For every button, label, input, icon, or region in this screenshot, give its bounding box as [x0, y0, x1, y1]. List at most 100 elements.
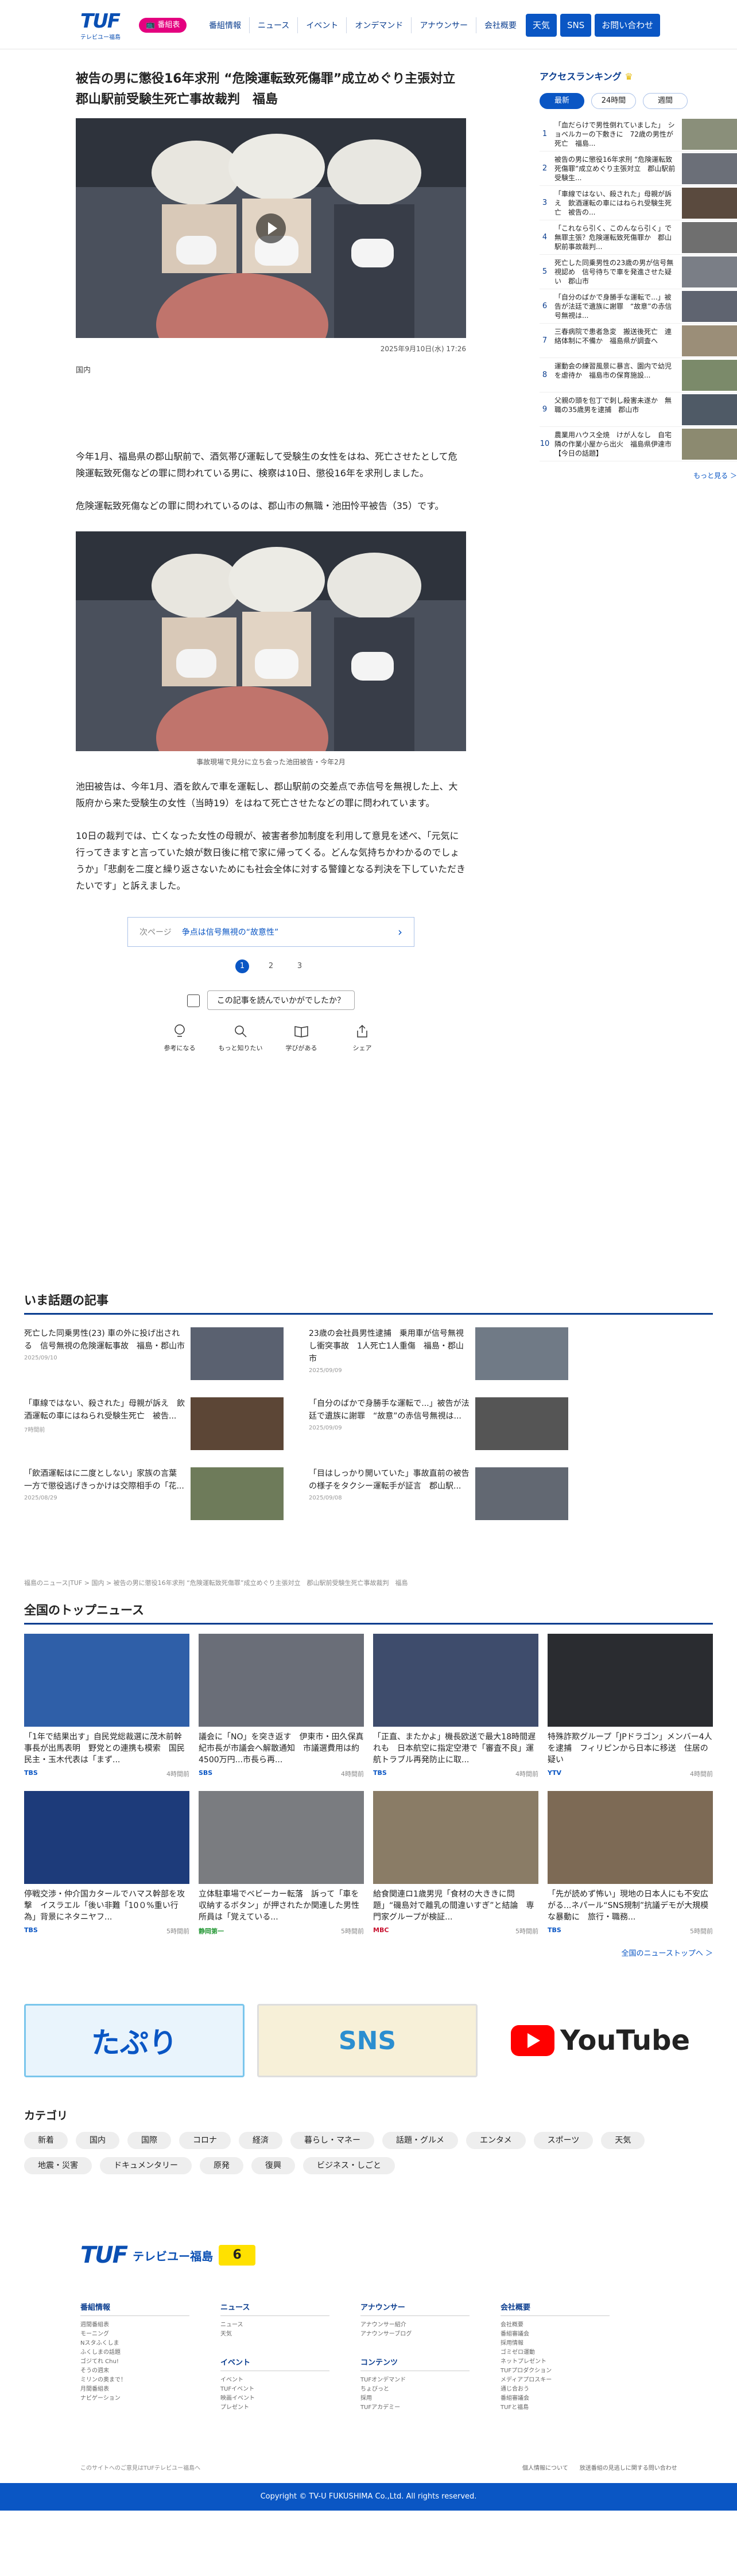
nav-programs[interactable]: 番組情報 — [201, 17, 249, 33]
news-card[interactable]: 「先が読めず怖い」現地の日本人にも不安広がる...ネパール“SNS規制”抗議デモ… — [548, 1791, 713, 1936]
category-pill[interactable]: 原発 — [200, 2157, 243, 2174]
breadcrumb[interactable]: 福島のニュース|TUF > 国内 > 被告の男に懲役16年求刑 “危険運転致死傷… — [24, 1578, 408, 1587]
category-pill[interactable]: 復興 — [251, 2157, 295, 2174]
news-image — [24, 1791, 189, 1884]
magnifier-icon — [235, 1025, 247, 1038]
ranking-item[interactable]: 2 被告の男に懲役16年求刑 “危険運転致死傷罪”成立めぐり主張対立 郡山駅前受験… — [540, 151, 737, 186]
feedback-question: この記事を読んでいかがでしたか？ — [207, 990, 355, 1010]
tv-guide-button[interactable]: 📺 番組表 — [139, 18, 187, 33]
top-news-more-link[interactable]: 全国のニューストップへ ＞ — [24, 1947, 713, 1958]
news-card[interactable]: 議会に「NO」を突き返す 伊東市・田久保真紀市長が市議会へ解散通知 市議選費用は… — [199, 1634, 364, 1778]
category-pill[interactable]: コロナ — [179, 2132, 231, 2149]
related-item[interactable]: 「車線ではない、殺された」母親が訴え 飲酒運転の車にはねられ受験生死亡 被告..… — [24, 1397, 284, 1452]
category-pill[interactable]: ドキュメンタリー — [100, 2157, 192, 2174]
tab-24h[interactable]: 24時間 — [591, 93, 636, 109]
next-page-link[interactable]: 次ページ 争点は信号無視の“故意性” › — [127, 917, 414, 947]
ranking-item[interactable]: 3 「車線ではない、殺された」母親が訴え 飲酒運転の車にはねられ受験生死亡 被告の… — [540, 186, 737, 220]
privacy-link[interactable]: 個人情報について — [522, 2463, 568, 2472]
related-thumbnail — [191, 1397, 284, 1450]
tab-latest[interactable]: 最新 — [540, 93, 584, 109]
news-image — [548, 1791, 713, 1884]
ranking-item[interactable]: 4 「これなら引く、このんなら引く」で無罪主張？危険運転致死傷罪か 郡山駅前事故裁… — [540, 220, 737, 255]
news-card[interactable]: 「正直、またかよ」機長欧送で最大18時間遅れも 日本航空に指定空港で「審査不良」… — [373, 1634, 538, 1778]
ranking-more-link[interactable]: もっと見る ＞ — [540, 471, 737, 480]
category-pill[interactable]: スポーツ — [533, 2132, 594, 2149]
page-2[interactable]: 2 — [264, 959, 278, 973]
youtube-icon — [510, 2025, 554, 2056]
related-thumbnail — [475, 1397, 568, 1450]
footer-note: このサイトへのご意見はTUFテレビユー福島へ — [80, 2465, 201, 2472]
reaction-useful[interactable]: 参考になる — [157, 1024, 202, 1052]
news-card[interactable]: 「1年で結果出す」自民党総裁選に茂木前幹事長が出馬表明 野党との連携も模索 国民… — [24, 1634, 189, 1778]
category-pill[interactable]: 国際 — [127, 2132, 171, 2149]
page-3[interactable]: 3 — [293, 959, 307, 973]
ranking-thumbnail — [682, 187, 737, 219]
ranking-item[interactable]: 7 三春病院で患者急変 搬送後死亡 連絡体制に不備か 福島県が調査へ — [540, 324, 737, 358]
nav-announcers[interactable]: アナウンサー — [411, 17, 476, 33]
ranking-thumbnail — [682, 428, 737, 460]
site-logo[interactable]: TUF テレビユー福島 — [80, 10, 132, 41]
tab-weekly[interactable]: 週間 — [643, 93, 688, 109]
ranking-thumbnail — [682, 153, 737, 184]
youtube-banner[interactable]: YouTube — [490, 2004, 711, 2077]
ranking-thumbnail — [682, 222, 737, 253]
category-pill[interactable]: 暮らし・マネー — [290, 2132, 374, 2149]
ranking-item[interactable]: 10 農業用ハウス全焼 けが人なし 自宅隣の作業小屋から出火 福島県伊達市【今日の… — [540, 427, 737, 461]
nav-events[interactable]: イベント — [297, 17, 346, 33]
ranking-item[interactable]: 8 運動会の練習風景に暴言、園内で幼児を虐待か 福島市の保育施設... — [540, 358, 737, 393]
related-item[interactable]: 死亡した同乗男性(23) 車の外に投げ出される 信号無視の危険運転事故 福島・郡… — [24, 1327, 284, 1382]
news-image — [199, 1791, 364, 1884]
ranking-item[interactable]: 5 死亡した同乗男性の23歳の男が信号無視認め 信号待ちで車を発進させた疑い 郡山… — [540, 255, 737, 289]
video-player[interactable] — [76, 118, 466, 338]
footer-logo[interactable]: TUF テレビユー福島 6 — [80, 2244, 256, 2267]
category-pill[interactable]: 地震・災害 — [24, 2157, 92, 2174]
news-image — [24, 1634, 189, 1727]
reaction-share[interactable]: シェア — [340, 1024, 385, 1052]
news-card[interactable]: 特殊詐欺グループ「JPドラゴン」メンバー4人を逮捕 フィリピンから日本に移送 住… — [548, 1634, 713, 1778]
reaction-learn[interactable]: 学びがある — [279, 1024, 324, 1052]
article-body: 今年1月、福島県の郡山駅前で、酒気帯び運転して受験生の女性をはね、死亡させたとし… — [76, 448, 466, 894]
page-1[interactable]: 1 — [235, 959, 249, 973]
news-card[interactable]: 給食関連ロ1歳男児「食材の大ききに問題」“磯島対で離乳の間違いすぎ”と結論 専門… — [373, 1791, 538, 1936]
article-category[interactable]: 国内 — [76, 364, 466, 375]
related-item[interactable]: 23歳の会社員男性逮捕 乗用車が信号無視し衝突事故 1人死亡1人重傷 福島・郡山… — [309, 1327, 568, 1382]
footer-col: 番組情報 週間番組表 モーニング Nスタふくしま ふくしまの話題 ゴジてれ Chu! そう… — [80, 2301, 189, 2412]
nav-news[interactable]: ニュース — [249, 17, 297, 33]
weather-button[interactable]: 天気 — [526, 14, 557, 37]
category-pill[interactable]: 経済 — [239, 2132, 282, 2149]
logo-text: TUF — [80, 10, 121, 33]
reaction-more[interactable]: もっと知りたい — [218, 1024, 263, 1052]
sns-button[interactable]: SNS — [560, 14, 592, 37]
sns-banner[interactable]: SNS — [257, 2004, 478, 2077]
category-pill[interactable]: 新着 — [24, 2132, 68, 2149]
category-list: 新着 国内 国際 コロナ 経済 暮らし・マネー 話題・グルメ エンタメ スポーツ… — [24, 2132, 713, 2174]
contact-button[interactable]: お問い合わせ — [595, 14, 661, 37]
tapuri-app-banner[interactable]: たぷり — [24, 2004, 245, 2077]
category-pill[interactable]: エンタメ — [466, 2132, 526, 2149]
categories-title: カテゴリ — [24, 2109, 68, 2122]
related-item[interactable]: 「目はしっかり開いていた」事故直前の被告の様子をタクシー運転手が証言 郡山駅..… — [309, 1467, 568, 1522]
nav-ondemand[interactable]: オンデマンド — [346, 17, 411, 33]
category-pill[interactable]: 天気 — [601, 2132, 645, 2149]
inquiry-link[interactable]: 放送番組の見逃しに関する問い合わせ — [580, 2463, 677, 2472]
ranking-item[interactable]: 9 父親の頭を包丁で刺し殺害未遂か 無職の35歳男を逮捕 郡山市 — [540, 393, 737, 427]
article-paragraph: 池田被告は、今年1月、酒を飲んで車を運転し、郡山駅前の交差点で赤信号を無視した上… — [76, 781, 458, 809]
news-card[interactable]: 立体駐車場でベビーカー転落 訴って「車を収納するボタン」が押されたか関連した男性… — [199, 1791, 364, 1936]
play-icon[interactable] — [256, 213, 286, 243]
photo-caption: 事故現場で見分に立ち会った池田被告・今年2月 — [196, 758, 346, 766]
global-nav: 番組情報 ニュース イベント オンデマンド アナウンサー 会社概要 — [201, 17, 525, 33]
category-pill[interactable]: 話題・グルメ — [382, 2132, 458, 2149]
footer-col: ニュース ニュース 天気 イベント イベント TUFイベント 映画イベント プレゼント — [220, 2301, 329, 2412]
related-item[interactable]: 「自分のばかで身勝手な運転で...」被告が法廷で遺族に謝罪 “故意”の赤信号無視… — [309, 1397, 568, 1452]
ranking-list: 1 「血だらけで男性倒れていました」 ショベルカーの下敷きに 72歳の男性が死亡 … — [540, 117, 737, 461]
news-card[interactable]: 停戦交渉・仲介国カタールでハマス幹部を攻撃 イスラエル「後い非難「10０%重い行… — [24, 1791, 189, 1936]
category-pill[interactable]: 国内 — [76, 2132, 119, 2149]
banners: たぷり SNS YouTube — [24, 2004, 711, 2077]
ranking-item[interactable]: 6 「自分のばかで身勝手な運転で...」被告が法廷で遺族に謝罪 “故意”の赤信号無… — [540, 289, 737, 324]
related-item[interactable]: 「飲酒運転はに二度としない」家族の言葉 一方で懲役逃げきっかけは交際相手の「花.… — [24, 1467, 284, 1522]
category-pill[interactable]: ビジネス・しごと — [303, 2157, 395, 2174]
ranking-item[interactable]: 1 「血だらけで男性倒れていました」 ショベルカーの下敷きに 72歳の男性が死亡 … — [540, 117, 737, 151]
reaction-learn-label: 学びがある — [285, 1044, 317, 1052]
article-photo — [76, 531, 466, 751]
nav-company[interactable]: 会社概要 — [476, 17, 525, 33]
